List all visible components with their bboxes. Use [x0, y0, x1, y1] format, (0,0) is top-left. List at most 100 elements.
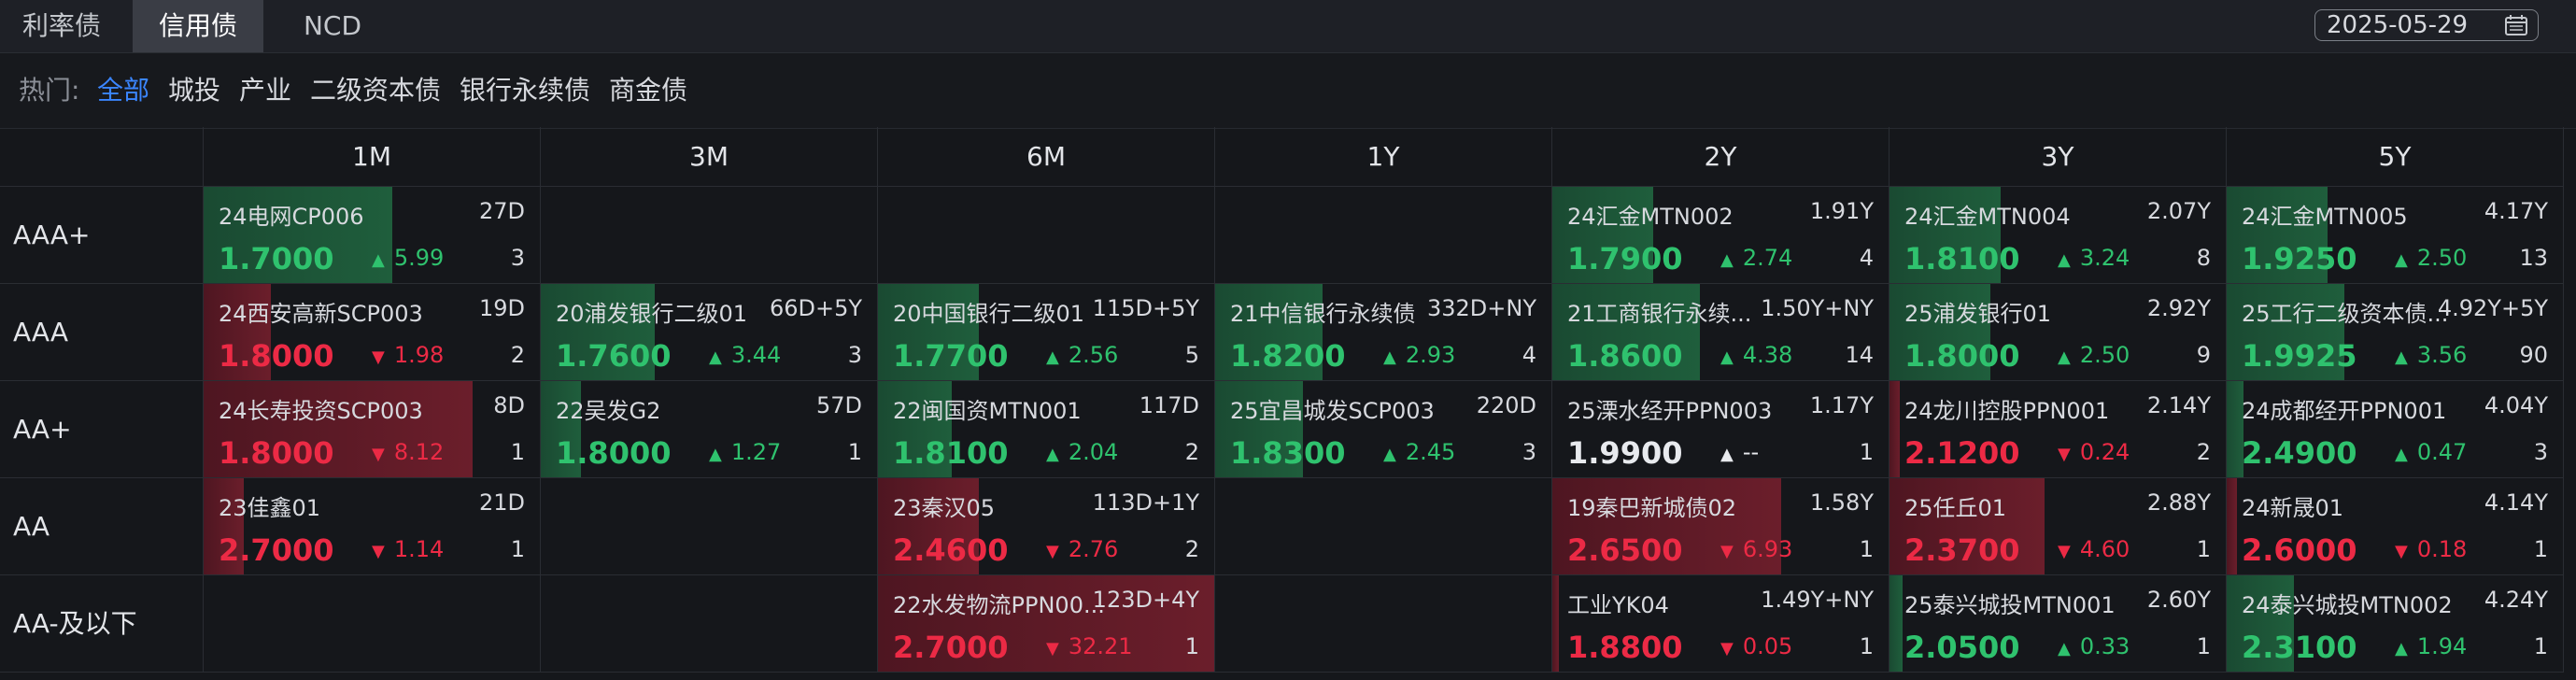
change-value: 5.99 — [393, 245, 445, 271]
filter-tier2-capital[interactable]: 二级资本债 — [310, 53, 441, 128]
trade-count: 90 — [2519, 342, 2548, 368]
bond-cell[interactable]: 25浦发银行01 2.92Y 1.8000 ▲ 2.50 9 — [1890, 284, 2227, 381]
bond-term: 220D — [1476, 392, 1536, 418]
up-triangle-icon: ▲ — [2058, 639, 2071, 659]
bond-cell[interactable]: 24西安高新SCP003 19D 1.8000 ▼ 1.98 2 — [204, 284, 541, 381]
change-value: 0.24 — [2079, 439, 2130, 465]
bond-cell[interactable]: 24长寿投资SCP003 8D 1.8000 ▼ 8.12 1 — [204, 381, 541, 478]
bond-cell[interactable]: 24汇金MTN002 1.91Y 1.7900 ▲ 2.74 4 — [1552, 187, 1890, 284]
change-value: 6.93 — [1742, 536, 1793, 562]
bond-cell[interactable]: 25泰兴城投MTN001 2.60Y 2.0500 ▲ 0.33 1 — [1890, 575, 2227, 673]
trade-count: 1 — [2196, 536, 2211, 562]
bond-cell[interactable]: 24成都经开PPN001 4.04Y 2.4900 ▲ 0.47 3 — [2227, 381, 2564, 478]
bond-yield: 2.4600 — [893, 532, 1009, 568]
tab-credit-bonds[interactable]: 信用债 — [133, 0, 263, 52]
bond-cell[interactable]: 25任丘01 2.88Y 2.3700 ▼ 4.60 1 — [1890, 478, 2227, 575]
bond-yield: 2.3100 — [2242, 630, 2357, 665]
bond-cell[interactable]: 23佳鑫01 21D 2.7000 ▼ 1.14 1 — [204, 478, 541, 575]
bond-cell[interactable]: 24汇金MTN004 2.07Y 1.8100 ▲ 3.24 8 — [1890, 187, 2227, 284]
empty-cell — [1215, 575, 1552, 673]
bond-name: 24长寿投资SCP003 — [219, 398, 423, 424]
trade-count: 14 — [1845, 342, 1874, 368]
bond-name: 25浦发银行01 — [1904, 301, 2052, 327]
bond-yield: 1.8600 — [1567, 338, 1683, 374]
bond-cell[interactable]: 21工商银行永续... 1.50Y+NY 1.8600 ▲ 4.38 14 — [1552, 284, 1890, 381]
change-value: 3.44 — [730, 342, 782, 368]
bond-cell[interactable]: 23秦汉05 113D+1Y 2.4600 ▼ 2.76 2 — [878, 478, 1215, 575]
bond-yield: 1.8200 — [1230, 338, 1346, 374]
bond-term: 1.17Y — [1809, 392, 1874, 418]
bond-cell[interactable]: 22吴发G2 57D 1.8000 ▲ 1.27 1 — [541, 381, 878, 478]
bond-cell[interactable]: 22水发物流PPN00... 123D+4Y 2.7000 ▼ 32.21 1 — [878, 575, 1215, 673]
bond-name: 24泰兴城投MTN002 — [2242, 592, 2453, 618]
change-bar — [2227, 478, 2237, 574]
trade-count: 5 — [1184, 342, 1199, 368]
bond-term: 123D+4Y — [1092, 587, 1199, 613]
bond-cell[interactable]: 24电网CP006 27D 1.7000 ▲ 5.99 3 — [204, 187, 541, 284]
bond-change: ▲ 3.56 — [2395, 342, 2467, 368]
trade-count: 1 — [847, 439, 862, 465]
bond-yield: 2.6000 — [2242, 532, 2357, 568]
filter-chengtou[interactable]: 城投 — [168, 53, 220, 128]
bond-yield: 1.7700 — [893, 338, 1009, 374]
bond-cell[interactable]: 25工行二级资本债... 4.92Y+5Y 1.9925 ▲ 3.56 90 — [2227, 284, 2564, 381]
filter-all[interactable]: 全部 — [97, 53, 149, 128]
bond-change: ▲ 2.50 — [2058, 342, 2130, 368]
bond-cell[interactable]: 22闽国资MTN001 117D 1.8100 ▲ 2.04 2 — [878, 381, 1215, 478]
bond-term: 4.24Y — [2484, 587, 2548, 613]
trade-count: 1 — [1859, 439, 1874, 465]
down-triangle-icon: ▼ — [372, 445, 385, 464]
column-header: 3M — [541, 127, 878, 187]
bond-cell[interactable]: 24龙川控股PPN001 2.14Y 2.1200 ▼ 0.24 2 — [1890, 381, 2227, 478]
bond-cell[interactable]: 25宜昌城发SCP003 220D 1.8300 ▲ 2.45 3 — [1215, 381, 1552, 478]
tab-ncd[interactable]: NCD — [271, 0, 394, 52]
bond-name: 24成都经开PPN001 — [2242, 398, 2447, 424]
bond-term: 113D+1Y — [1092, 489, 1199, 516]
trade-count: 2 — [510, 342, 525, 368]
bond-cell[interactable]: 19秦巴新城债02 1.58Y 2.6500 ▼ 6.93 1 — [1552, 478, 1890, 575]
bond-change: ▲ 1.27 — [709, 439, 781, 465]
corner-header — [0, 127, 204, 187]
bond-cell[interactable]: 24汇金MTN005 4.17Y 1.9250 ▲ 2.50 13 — [2227, 187, 2564, 284]
bond-cell[interactable]: 21中信银行永续债 332D+NY 1.8200 ▲ 2.93 4 — [1215, 284, 1552, 381]
tab-rate-bonds[interactable]: 利率债 — [0, 0, 123, 52]
down-triangle-icon: ▼ — [1720, 639, 1734, 659]
up-triangle-icon: ▲ — [709, 347, 722, 367]
yield-matrix: 1M 3M 6M 1Y 2Y 3Y 5Y AAA+ 24电网CP006 27D 1.7000 ▲ 5.9… — [0, 127, 2576, 673]
change-value: 2.93 — [1405, 342, 1456, 368]
column-header: 1Y — [1215, 127, 1552, 187]
trade-count: 9 — [2196, 342, 2211, 368]
date-picker[interactable]: 2025-05-29 — [2314, 9, 2539, 41]
change-value: 2.56 — [1068, 342, 1119, 368]
bond-name: 24汇金MTN002 — [1567, 204, 1734, 230]
bond-yield: 2.7000 — [219, 532, 334, 568]
bond-cell[interactable]: 20浦发银行二级01 66D+5Y 1.7600 ▲ 3.44 3 — [541, 284, 878, 381]
empty-cell — [204, 575, 541, 673]
bond-name: 24新晟01 — [2242, 495, 2344, 521]
down-triangle-icon: ▼ — [1720, 542, 1734, 561]
bond-cell[interactable]: 25溧水经开PPN003 1.17Y 1.9900 ▲ -- 1 — [1552, 381, 1890, 478]
filter-industry[interactable]: 产业 — [239, 53, 291, 128]
filter-bank-perpetual[interactable]: 银行永续债 — [460, 53, 590, 128]
up-triangle-icon: ▲ — [1046, 347, 1059, 367]
bond-cell[interactable]: 20中国银行二级01 115D+5Y 1.7700 ▲ 2.56 5 — [878, 284, 1215, 381]
change-value: 2.74 — [1742, 245, 1793, 271]
bond-yield: 2.3700 — [1904, 532, 2020, 568]
trade-count: 1 — [1859, 633, 1874, 659]
down-triangle-icon: ▼ — [2058, 542, 2071, 561]
trade-count: 1 — [2533, 633, 2548, 659]
bond-change: ▲ 2.04 — [1046, 439, 1118, 465]
filter-commercial-finance[interactable]: 商金债 — [609, 53, 687, 128]
down-triangle-icon: ▼ — [372, 347, 385, 367]
bond-term: 117D — [1139, 392, 1199, 418]
bond-cell[interactable]: 24泰兴城投MTN002 4.24Y 2.3100 ▲ 1.94 1 — [2227, 575, 2564, 673]
row-label: AAA — [0, 284, 204, 381]
bond-term: 1.58Y — [1809, 489, 1874, 516]
trade-count: 8 — [2196, 245, 2211, 271]
bond-name: 25工行二级资本债... — [2242, 301, 2449, 327]
bond-cell[interactable]: 24新晟01 4.14Y 2.6000 ▼ 0.18 1 — [2227, 478, 2564, 575]
bond-name: 22闽国资MTN001 — [893, 398, 1082, 424]
bond-yield: 1.7900 — [1567, 241, 1683, 276]
empty-cell — [541, 187, 878, 284]
bond-cell[interactable]: 工业YK04 1.49Y+NY 1.8800 ▼ 0.05 1 — [1552, 575, 1890, 673]
